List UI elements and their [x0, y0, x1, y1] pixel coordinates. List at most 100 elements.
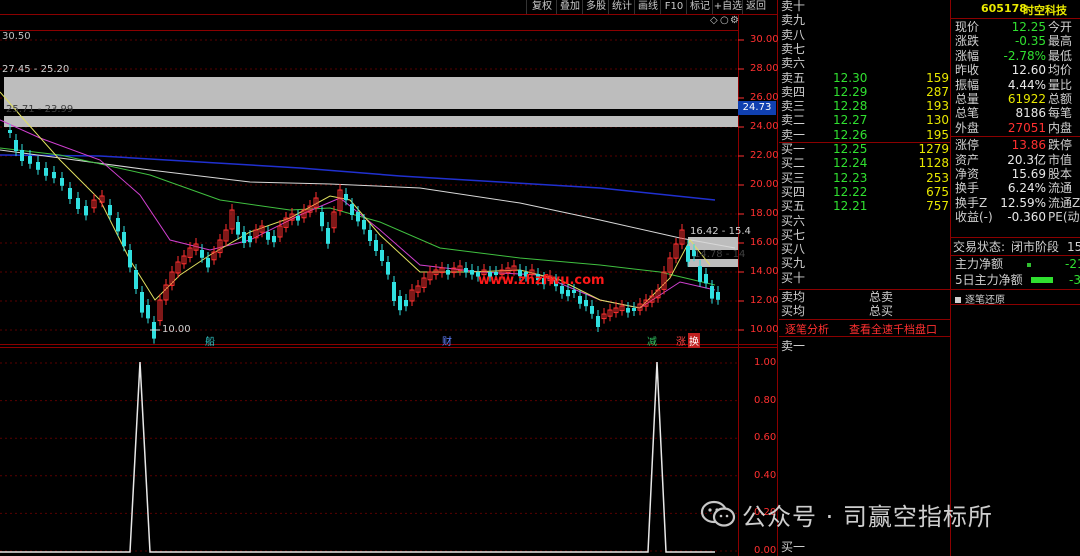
candle-body-down	[362, 220, 366, 230]
quote-row: 外盘 27051 内盘	[951, 120, 1080, 136]
watermark-text: 公众号 · 司赢空指标所	[742, 502, 993, 531]
candle-body-down	[242, 232, 246, 243]
candle-body-down	[248, 236, 252, 243]
event-marker-reduce[interactable]: 减	[647, 333, 657, 348]
candle-body-down	[356, 212, 360, 222]
diamond-icon[interactable]: ◇	[710, 15, 718, 26]
tick-list-last: 买一	[781, 540, 806, 554]
low-price-label: 10.00	[162, 324, 191, 335]
quote-label: 收益(-)	[955, 210, 993, 225]
top-left-price-label: 30.50	[2, 31, 31, 42]
candle-body-down	[446, 270, 450, 275]
candle-body-down	[200, 250, 204, 258]
candle-body-down	[344, 194, 348, 201]
order-book-panel: 卖十 卖九 卖八 卖七 卖六 卖五 12.30 159 卖四 12.29 287 卖三 12.28 193…	[779, 0, 951, 556]
event-marker-ship[interactable]: 船	[205, 333, 215, 348]
current-price-tag: 24.73	[738, 101, 776, 115]
quote-value: -0.360	[1007, 210, 1046, 225]
stock-name: 时空科技	[1023, 4, 1067, 17]
candle-body-down	[272, 236, 276, 243]
circle-icon[interactable]: ○	[720, 15, 729, 26]
candle-body-down	[236, 222, 240, 235]
quote-value: 27051	[1007, 120, 1046, 135]
toolbar-button-0[interactable]: 复权	[526, 0, 557, 14]
range-label-4: 14.78 - 14	[694, 249, 746, 260]
total-buy-label: 总买	[869, 304, 894, 318]
candle-body-down	[68, 188, 72, 199]
toolbar-button-6[interactable]: 标记	[686, 0, 713, 14]
chart-toolbar: 复权 叠加 多股 统计 画线 F10 标记 +自选 返回	[526, 0, 778, 14]
resistance-band-right-2	[688, 259, 738, 267]
candle-body-down	[14, 140, 18, 151]
toolbar-button-4[interactable]: 画线	[634, 0, 661, 14]
candle-body-down	[566, 290, 570, 297]
candle-body-down	[128, 250, 132, 268]
orderbook-level-label: 买十	[781, 270, 806, 285]
candle-body-down	[44, 168, 48, 176]
chart-icons: ◇ ○ ⚙	[708, 15, 739, 29]
candle-body-down	[134, 270, 138, 289]
quote-label-right: 内盘	[1048, 120, 1073, 135]
candle-body-down	[380, 250, 384, 261]
candle-body-down	[716, 292, 720, 300]
price-tick: 24.00	[750, 121, 779, 132]
candle-body-down	[578, 296, 582, 304]
candle-body-down	[572, 290, 576, 293]
price-tick: 10.00	[750, 324, 779, 335]
main-net-label: 主力净额	[955, 257, 1004, 271]
candle-body-down	[8, 130, 12, 133]
kline-chart-area[interactable]: www.zhzfwu.com 30.00 28.00 26.00 24.00 22.00…	[0, 0, 779, 556]
candle-body-down	[590, 306, 594, 314]
main-net-5d-bar	[1031, 277, 1053, 283]
candle-body-down	[140, 292, 144, 313]
event-marker-change[interactable]: 换	[688, 333, 700, 348]
toolbar-button-2[interactable]: 多股	[582, 0, 609, 14]
ma-blue-line	[0, 154, 716, 201]
restore-icon	[955, 297, 961, 303]
range-label-1: 27.45 - 25.20	[2, 64, 70, 75]
toolbar-button-8[interactable]: 返回	[742, 0, 769, 14]
price-tick: 30.00	[750, 34, 779, 45]
candle-body-down	[404, 300, 408, 307]
avg-buy-label: 买均	[781, 304, 806, 318]
toolbar-button-7[interactable]: +自选	[712, 0, 743, 14]
candle-body-down	[584, 300, 588, 307]
main-net-bar	[1027, 263, 1031, 267]
quote-label-right: PE(动	[1048, 210, 1080, 225]
candle-body-down	[704, 274, 708, 284]
full-depth-button[interactable]: 查看全速千档盘口	[849, 321, 937, 337]
toolbar-button-1[interactable]: 叠加	[556, 0, 583, 14]
stock-code: 605178	[981, 2, 1027, 15]
indicator-tick: 1.00	[754, 357, 777, 368]
wechat-icon	[700, 500, 736, 527]
indicator-tick: 0.60	[754, 432, 777, 444]
candle-body-down	[296, 216, 300, 221]
toolbar-button-3[interactable]: 统计	[608, 0, 635, 14]
candle-body-down	[266, 232, 270, 240]
candle-body-down	[20, 150, 24, 161]
event-marker-rise[interactable]: 涨	[676, 333, 686, 348]
gear-icon[interactable]: ⚙	[730, 15, 739, 26]
toolbar-button-5[interactable]: F10	[660, 0, 687, 14]
resistance-band-upper	[4, 77, 738, 109]
candle-body-down	[320, 212, 324, 227]
candle-body-down	[116, 218, 120, 232]
candle-body-down	[28, 156, 32, 164]
candle-body-down	[108, 205, 112, 216]
candle-body-down	[206, 258, 210, 268]
quote-row: 收益(-) -0.360 PE(动	[951, 209, 1080, 225]
trade-status-extra: 15	[1067, 240, 1080, 254]
candle-body-down	[146, 305, 150, 319]
candle-body-down	[52, 172, 56, 179]
candlestick-chart[interactable]: www.zhzfwu.com	[0, 0, 778, 556]
candle-body-down	[686, 246, 690, 262]
event-marker-finance[interactable]: 财	[442, 333, 452, 348]
main-net-5d-label: 5日主力净额	[955, 273, 1023, 287]
price-tick: 20.00	[750, 179, 779, 190]
candle-body-down	[326, 228, 330, 244]
orderbook-row[interactable]: 买十	[779, 270, 951, 286]
candle-body-down	[84, 206, 88, 216]
tick-analysis-button[interactable]: 逐笔分析	[785, 321, 829, 337]
trade-status-value: 闭市阶段	[1011, 240, 1060, 254]
price-tick: 28.00	[750, 63, 779, 74]
